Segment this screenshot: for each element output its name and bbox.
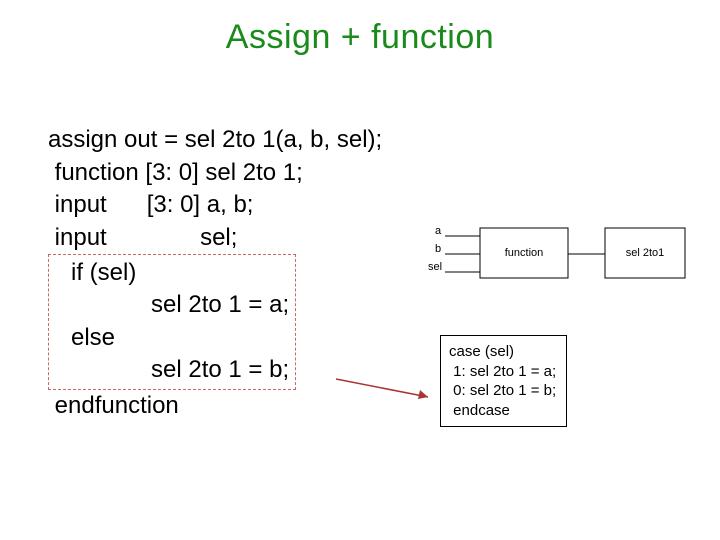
code-line: sel 2to 1 = a; bbox=[51, 291, 289, 318]
code-line: endfunction bbox=[48, 392, 179, 419]
case-box: case (sel) 1: sel 2to 1 = a; 0: sel 2to … bbox=[440, 335, 567, 427]
diagram-label-b: b bbox=[435, 243, 441, 255]
code-line: else bbox=[51, 324, 115, 351]
diagram-block-label: function bbox=[505, 247, 544, 259]
diagram-label-sel: sel bbox=[428, 261, 442, 273]
code-line: function [3: 0] sel 2to 1; bbox=[48, 159, 303, 186]
code-line: assign out = sel 2to 1(a, b, sel); bbox=[48, 126, 382, 153]
case-line: endcase bbox=[449, 402, 510, 419]
case-line: 0: sel 2to 1 = b; bbox=[449, 382, 556, 399]
code-line: sel 2to 1 = b; bbox=[51, 356, 289, 383]
case-line: case (sel) bbox=[449, 343, 514, 360]
slide-title: Assign + function bbox=[0, 18, 720, 57]
if-else-box: if (sel) sel 2to 1 = a; else sel 2to 1 =… bbox=[48, 254, 296, 390]
case-line: 1: sel 2to 1 = a; bbox=[449, 363, 556, 380]
code-line: input sel; bbox=[48, 224, 237, 251]
arrow-icon bbox=[332, 375, 442, 405]
diagram-label-a: a bbox=[435, 225, 442, 237]
function-diagram: a b sel function sel 2to1 bbox=[390, 222, 690, 292]
code-line: input [3: 0] a, b; bbox=[48, 191, 253, 218]
diagram-output-label: sel 2to1 bbox=[626, 247, 665, 259]
code-block: assign out = sel 2to 1(a, b, sel); funct… bbox=[48, 92, 382, 422]
code-line: if (sel) bbox=[51, 259, 136, 286]
